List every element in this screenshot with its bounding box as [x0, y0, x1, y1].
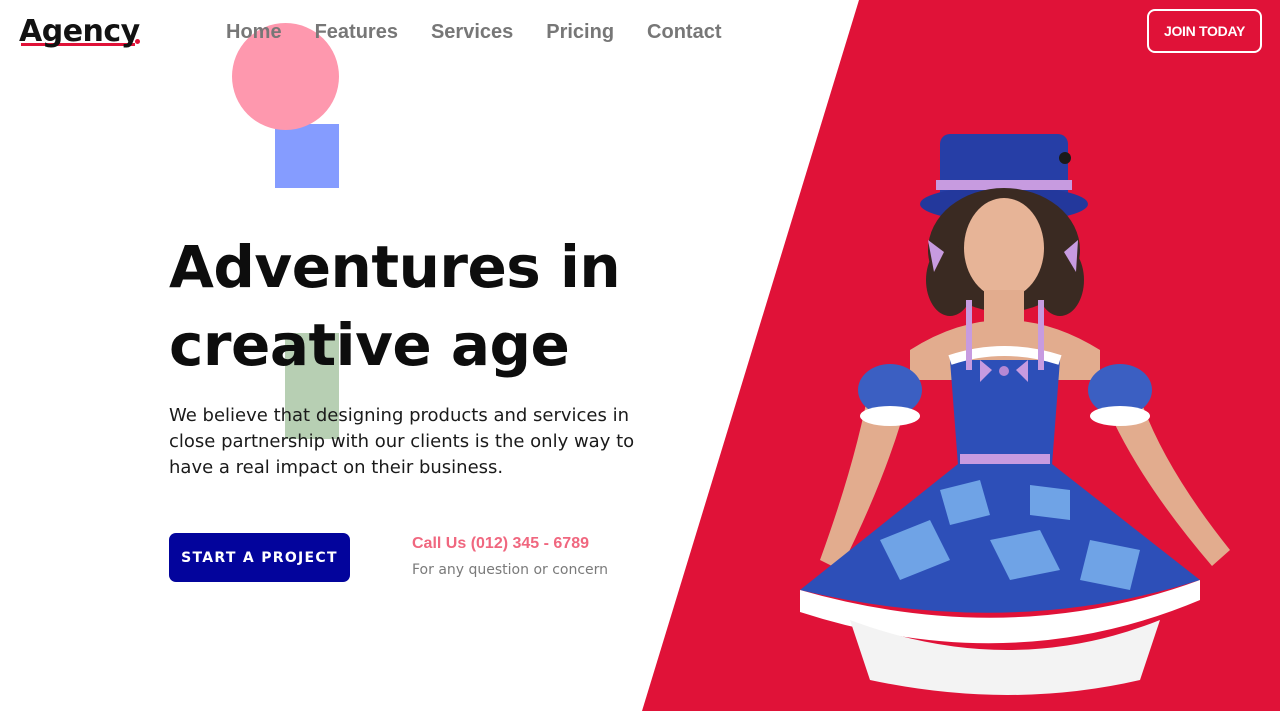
nav-home-link[interactable]: Home: [226, 20, 282, 44]
call-us-link[interactable]: Call Us (012) 345 - 6789: [412, 535, 589, 553]
hero-description: We believe that designing products and s…: [169, 405, 635, 478]
hero-title: Adventures in creative age: [169, 228, 729, 384]
hero-title-line-2: creative age: [169, 311, 570, 379]
logo-dot: [135, 39, 140, 44]
hero-title-line-1: Adventures in: [169, 233, 621, 301]
hero-model-image: [800, 134, 1230, 695]
nav-services-link[interactable]: Services: [431, 20, 513, 44]
nav-pricing-link[interactable]: Pricing: [546, 20, 614, 44]
call-us-subtext: For any question or concern: [412, 562, 609, 578]
brand-logo[interactable]: Agency: [19, 14, 140, 49]
join-today-button[interactable]: JOIN TODAY: [1147, 9, 1262, 53]
main-nav: Home Features Services Pricing Contact: [226, 20, 755, 44]
nav-features-link[interactable]: Features: [315, 20, 398, 44]
nav-contact-link[interactable]: Contact: [647, 20, 721, 44]
decorative-blue-square: [275, 124, 339, 188]
start-project-button[interactable]: START A PROJECT: [169, 533, 350, 582]
